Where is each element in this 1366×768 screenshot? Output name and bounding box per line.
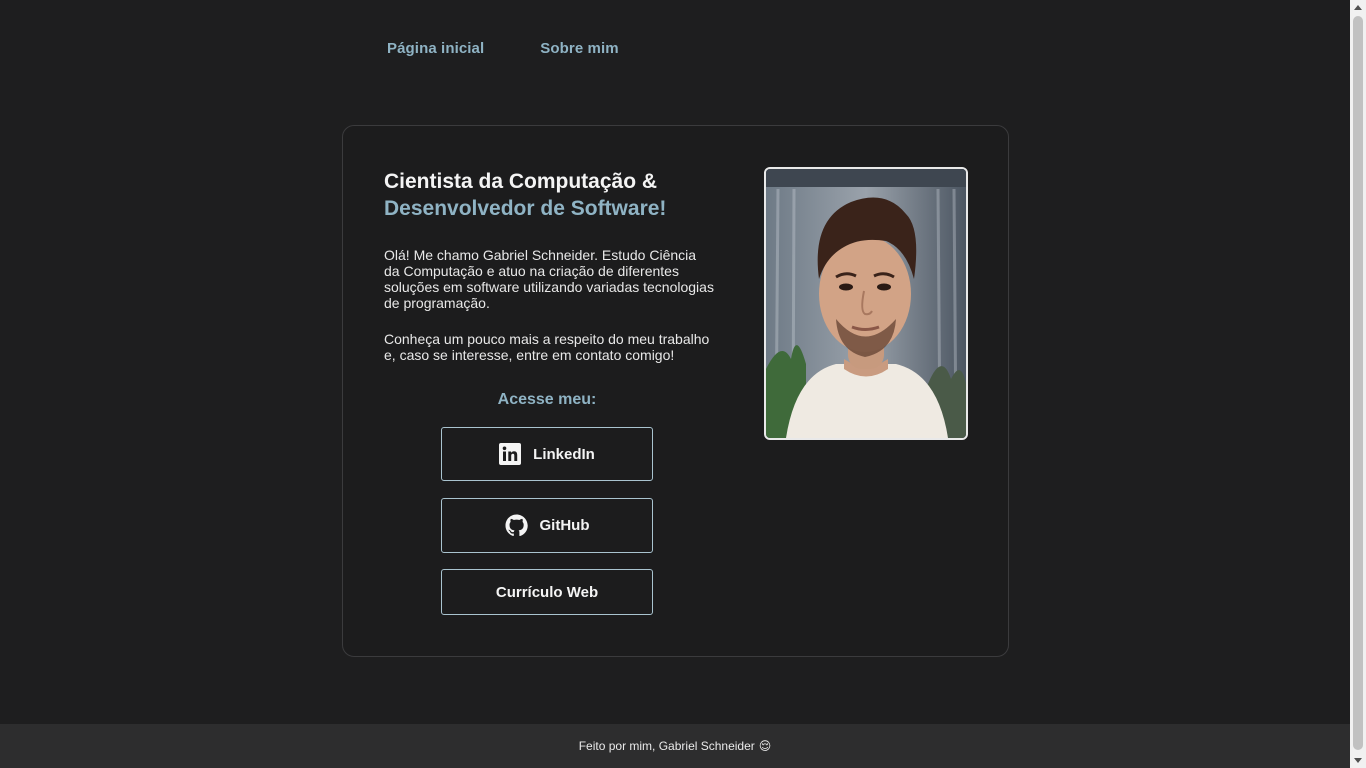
scroll-up-arrow-icon[interactable]	[1354, 5, 1362, 10]
footer: Feito por mim, Gabriel Schneider 😌	[0, 724, 1350, 768]
intro-card: Cientista da Computação & Desenvolvedor …	[342, 125, 1009, 657]
github-button[interactable]: GitHub	[441, 498, 653, 553]
page: Página inicial Sobre mim Cientista da Co…	[0, 0, 1350, 768]
github-icon	[504, 514, 528, 537]
github-button-label: GitHub	[539, 517, 590, 534]
intro-paragraph: Olá! Me chamo Gabriel Schneider. Estudo …	[384, 247, 714, 311]
web-cv-button-label: Currículo Web	[495, 583, 599, 601]
contact-paragraph: Conheça um pouco mais a respeito do meu …	[384, 331, 710, 363]
top-nav: Página inicial Sobre mim	[387, 40, 619, 57]
vertical-scrollbar[interactable]	[1350, 0, 1366, 768]
nav-link-about[interactable]: Sobre mim	[540, 40, 618, 57]
title-line-2: Desenvolvedor de Software!	[384, 197, 667, 220]
relieved-face-icon: 😌	[758, 739, 772, 753]
scrollbar-thumb[interactable]	[1353, 16, 1363, 750]
access-heading: Acesse meu:	[497, 391, 597, 408]
scroll-down-arrow-icon[interactable]	[1354, 758, 1362, 763]
profile-photo	[764, 167, 968, 440]
profile-photo-image	[766, 169, 966, 438]
nav-link-home[interactable]: Página inicial	[387, 40, 484, 57]
web-cv-button[interactable]: Currículo Web	[441, 569, 653, 615]
linkedin-button[interactable]: LinkedIn	[441, 427, 653, 481]
title-line-1: Cientista da Computação &	[384, 170, 658, 193]
linkedin-icon	[499, 443, 522, 465]
page-title: Cientista da Computação & Desenvolvedor …	[384, 168, 666, 222]
linkedin-button-label: LinkedIn	[533, 445, 595, 463]
footer-text: Feito por mim, Gabriel Schneider	[578, 739, 755, 753]
